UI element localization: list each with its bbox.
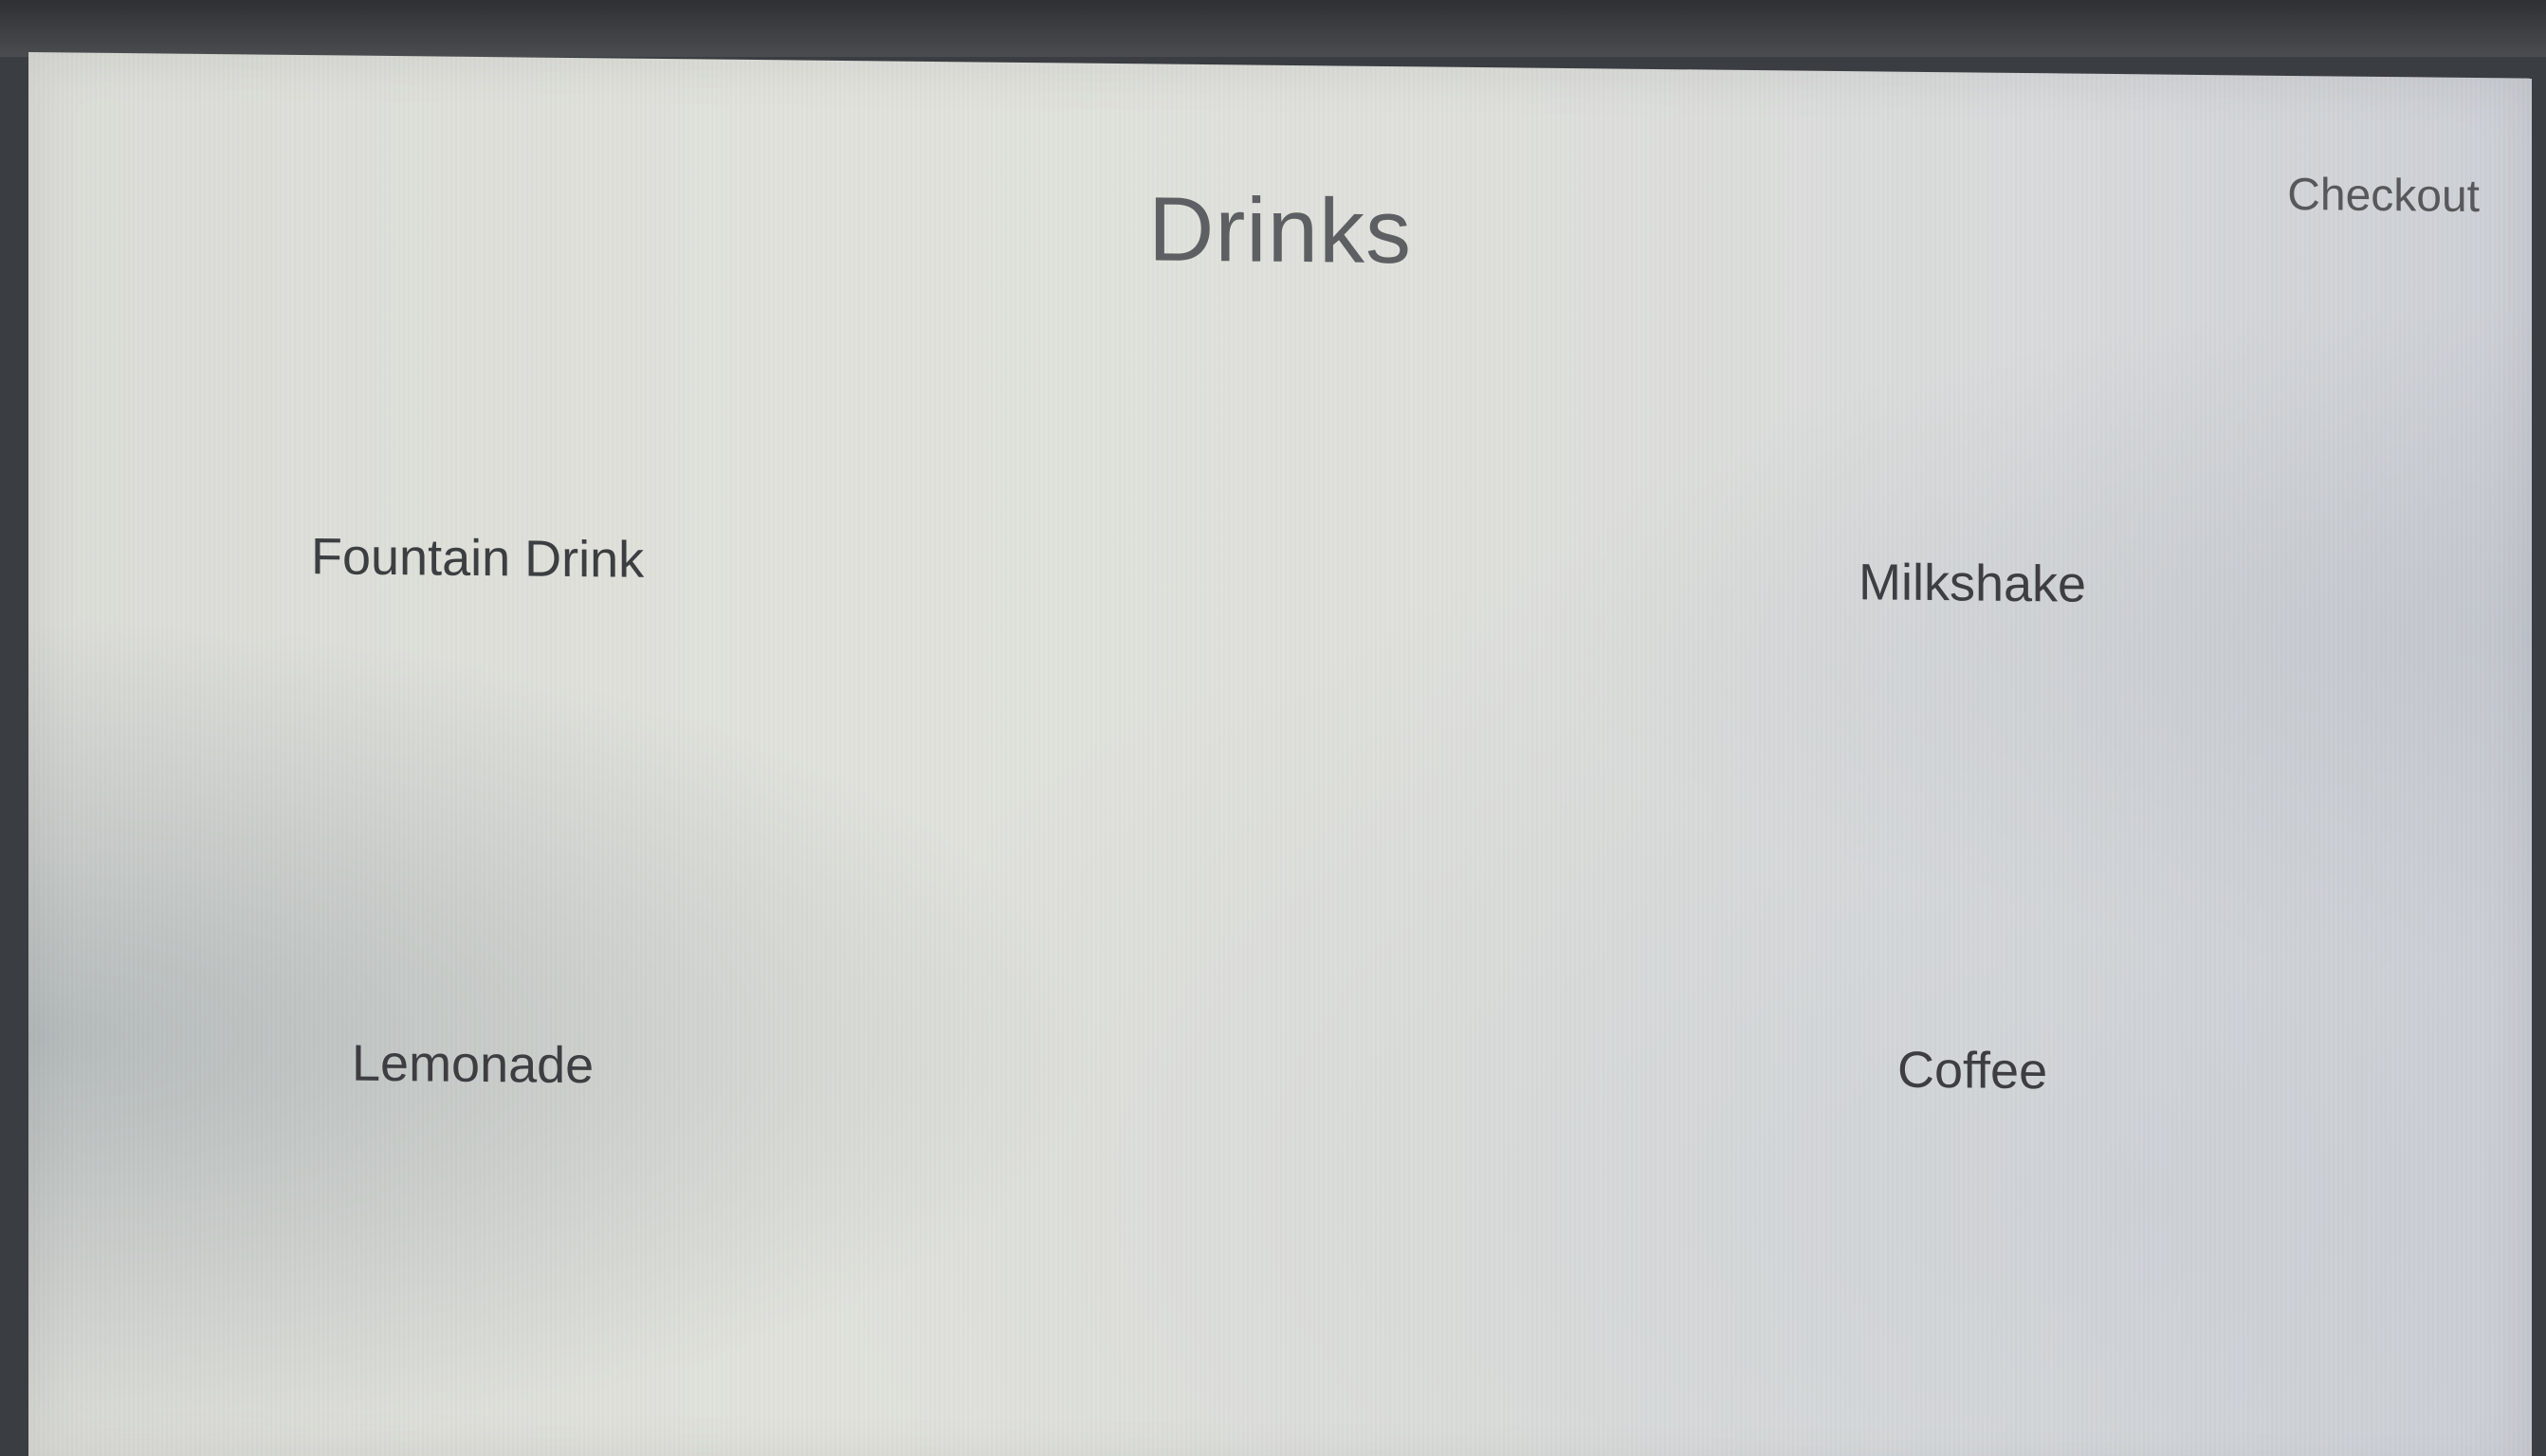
monitor-bezel: [0, 0, 2546, 57]
drink-item-lemonade[interactable]: Lemonade: [352, 1034, 594, 1096]
drink-item-coffee[interactable]: Coffee: [1897, 1041, 2047, 1101]
menu-screen: Drinks Checkout Fountain Drink Milkshake…: [28, 52, 2532, 1456]
checkout-button[interactable]: Checkout: [2287, 169, 2480, 223]
page-title: Drinks: [1147, 178, 1412, 283]
drink-item-fountain-drink[interactable]: Fountain Drink: [311, 527, 644, 590]
drink-item-milkshake[interactable]: Milkshake: [1859, 553, 2086, 614]
